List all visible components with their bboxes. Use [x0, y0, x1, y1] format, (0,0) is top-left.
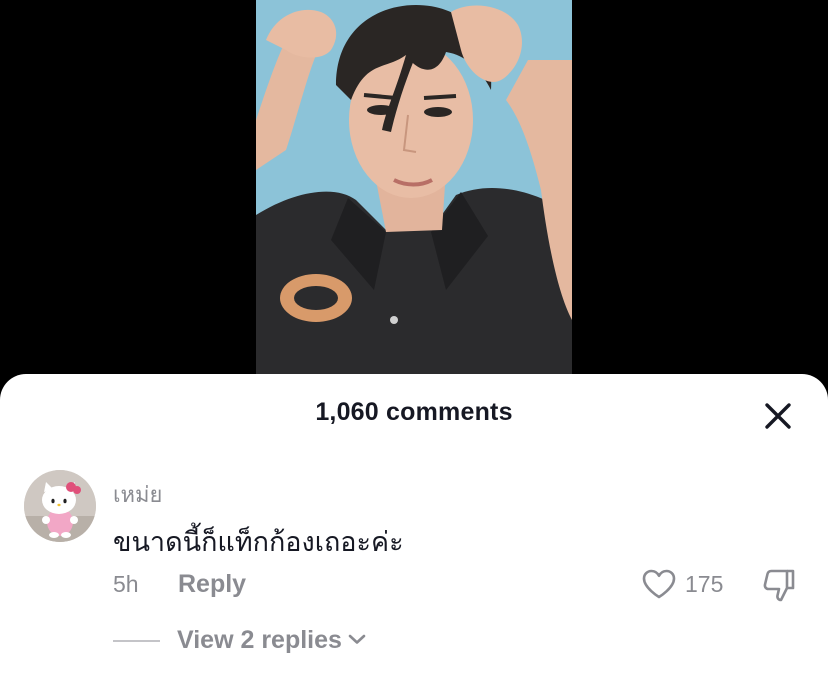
reply-button[interactable]: Reply: [178, 570, 246, 599]
comment-timestamp: 5h: [113, 571, 139, 597]
thumbs-down-icon: [763, 569, 795, 602]
user-avatar[interactable]: [24, 470, 96, 542]
chevron-down-icon: [348, 632, 366, 650]
dislike-button[interactable]: [760, 566, 798, 604]
comments-sheet: 1,060 comments เหม่ย ขนาดนี้ก็แท็กก้องเถ…: [0, 374, 828, 674]
like-button[interactable]: 175: [641, 566, 723, 602]
comment-username[interactable]: เหม่ย: [113, 477, 162, 512]
view-replies-label: View 2 replies: [177, 626, 342, 654]
video-thumbnail-image: [256, 0, 572, 380]
video-player[interactable]: [0, 0, 828, 400]
replies-divider: [113, 639, 160, 642]
heart-icon: [642, 569, 676, 599]
view-replies-button[interactable]: View 2 replies: [113, 626, 366, 655]
comment-text: ขนาดนี้ก็แท็กก้องเถอะค่ะ: [113, 527, 404, 558]
like-count: 175: [685, 570, 724, 597]
close-icon[interactable]: [762, 400, 794, 432]
hello-kitty-avatar-icon: [24, 470, 96, 542]
comments-count-title: 1,060 comments: [315, 398, 513, 426]
video-frame: [256, 0, 572, 380]
